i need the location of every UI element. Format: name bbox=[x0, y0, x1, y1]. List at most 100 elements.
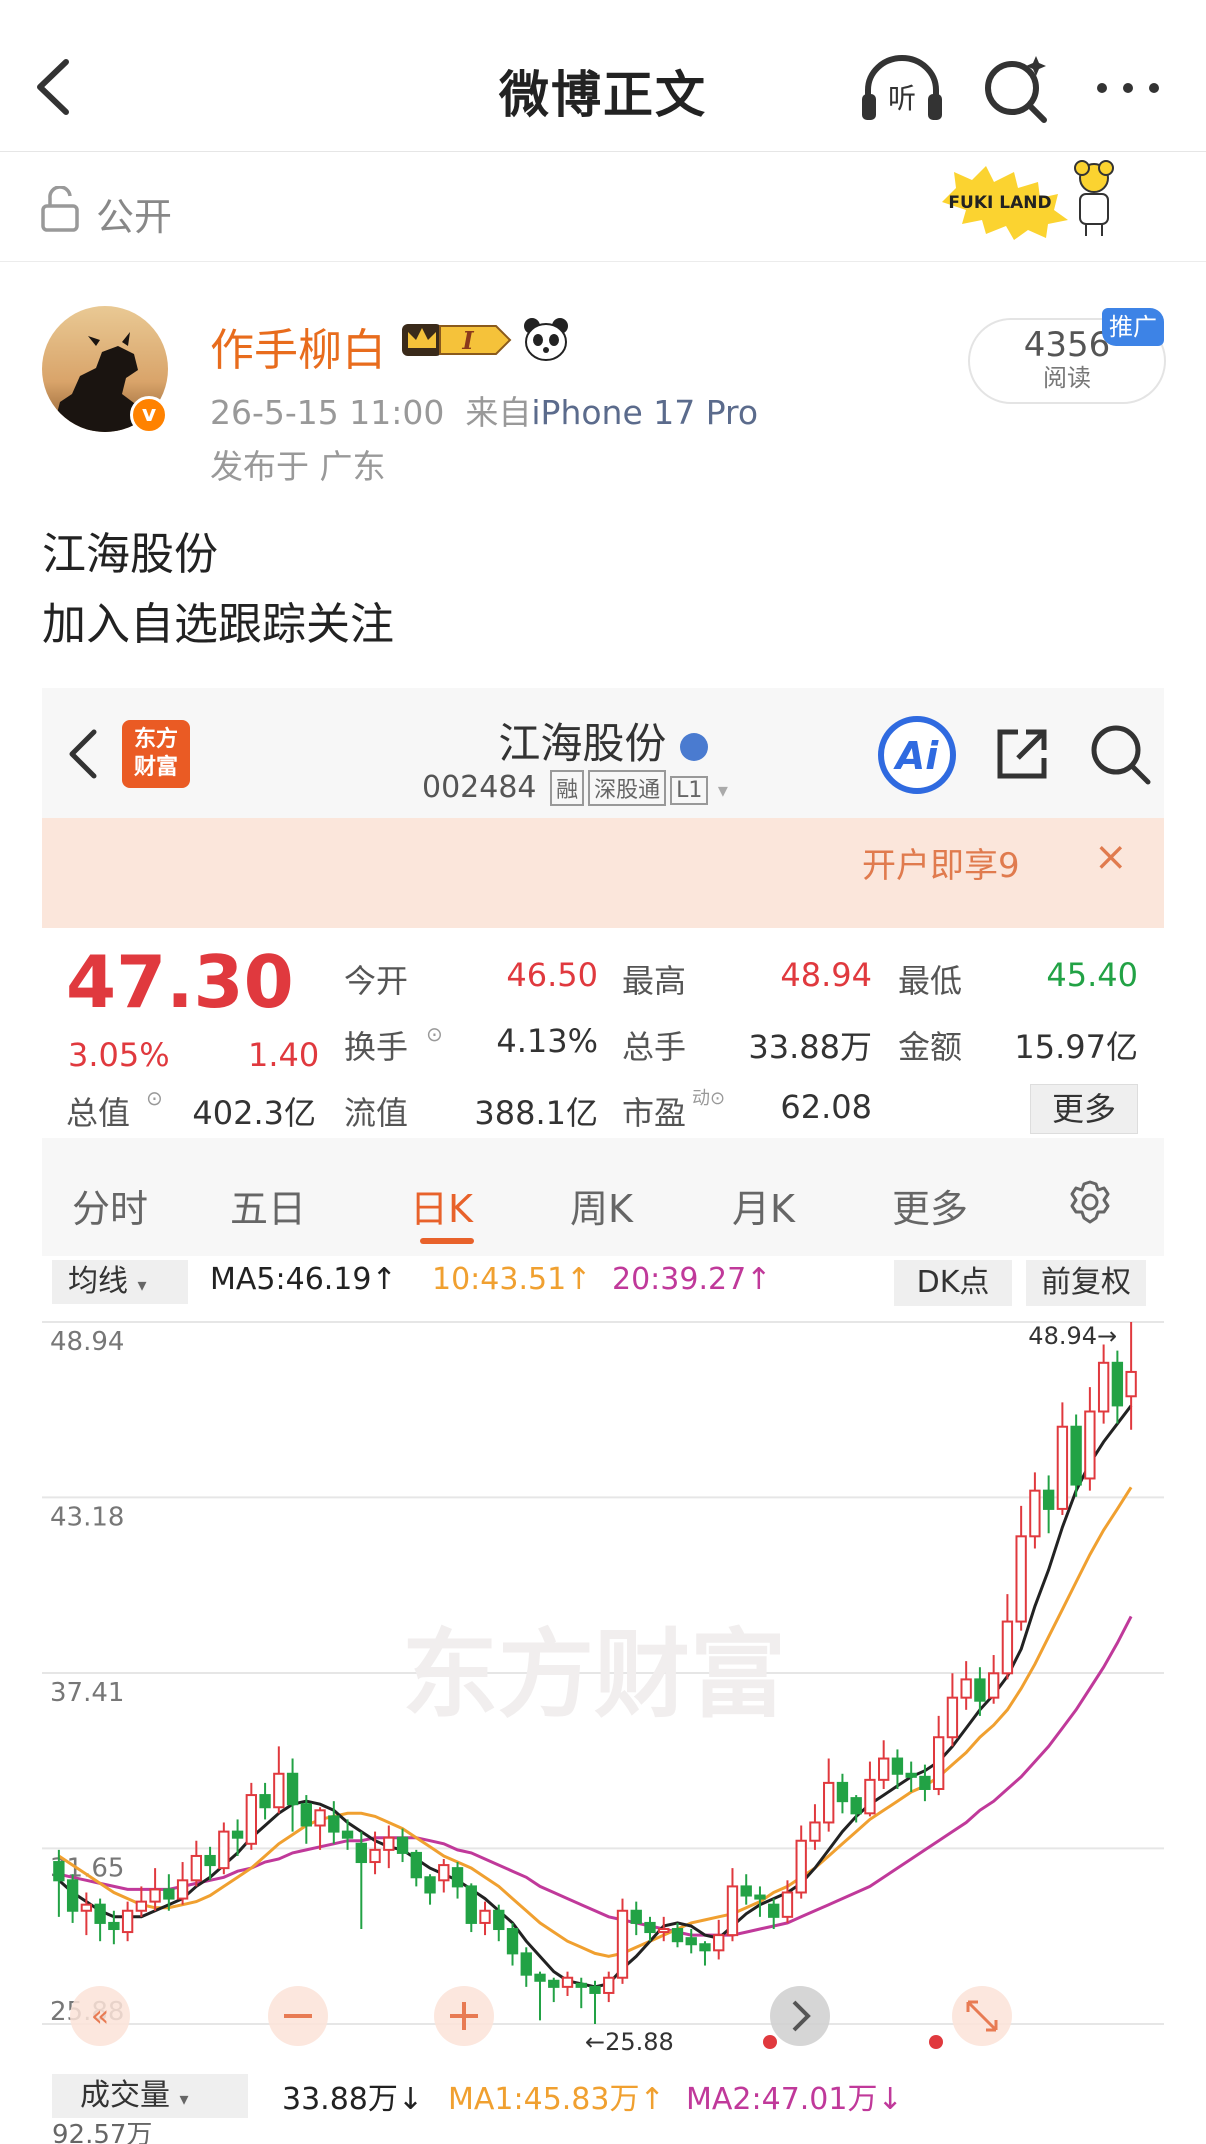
candle-down bbox=[850, 1797, 862, 1815]
volume-ma1: MA1:45.83万↑ bbox=[448, 2082, 665, 2117]
scroll-left-glyph: « bbox=[91, 1999, 109, 2034]
ma20-value: 20:39.27↑ bbox=[612, 1262, 772, 1297]
ai-assistant-icon: Ai bbox=[878, 716, 956, 794]
ai-icon-label: Ai bbox=[893, 734, 939, 778]
candle-up bbox=[960, 1678, 972, 1699]
candle-up bbox=[561, 1976, 574, 1988]
candle-up bbox=[795, 1839, 807, 1894]
embedded-stock-screenshot[interactable]: 东方 财富 江海股份 002484 融深股通 L1 ▾ Ai 开户即享9 × 47… bbox=[42, 688, 1164, 2144]
quote-value: 46.50 bbox=[506, 956, 598, 994]
candle-down bbox=[974, 1678, 986, 1702]
quote-label: 总手 bbox=[622, 1028, 687, 1066]
unlock-icon bbox=[41, 186, 79, 232]
candle-down bbox=[66, 1879, 79, 1912]
stock-badge-icon bbox=[679, 732, 708, 761]
fuki-land-sticker: FUKI LAND bbox=[942, 160, 1114, 240]
candle-down bbox=[644, 1921, 656, 1934]
quote-value: 45.40 bbox=[1046, 956, 1138, 994]
headphones-icon[interactable]: 听 bbox=[860, 52, 944, 124]
tab-more: 更多 bbox=[892, 1187, 969, 1231]
candle-up bbox=[987, 1672, 1000, 1699]
candlestick-chart: 48.9443.1837.4131.6525.88 东方财富 48.94→←25… bbox=[42, 1308, 1164, 2068]
candle-up bbox=[616, 1909, 629, 1979]
candle-down bbox=[630, 1909, 642, 1924]
quote-label: 最高 bbox=[622, 962, 687, 1000]
candle-down bbox=[396, 1836, 409, 1854]
candle-down bbox=[754, 1894, 766, 1900]
app-search-icon bbox=[1091, 725, 1151, 785]
quote-label: 流值 bbox=[344, 1094, 409, 1132]
candle-down bbox=[836, 1781, 849, 1803]
gear-icon bbox=[1070, 1180, 1110, 1224]
candle-up bbox=[864, 1778, 876, 1815]
candle-down bbox=[493, 1909, 505, 1931]
dk-point-button: DK点 bbox=[894, 1260, 1012, 1306]
volume-ma2: MA2:47.01万↓ bbox=[686, 2082, 903, 2117]
source-prefix: 来自 bbox=[465, 393, 532, 432]
candle-up bbox=[1084, 1410, 1096, 1480]
search-sparkle-icon[interactable] bbox=[980, 52, 1052, 124]
banner-close-icon: × bbox=[1094, 834, 1128, 880]
candle-down bbox=[286, 1772, 299, 1806]
post-time: 26-5-15 11:00 bbox=[210, 393, 445, 432]
stock-tag: 融 bbox=[550, 770, 585, 806]
quote-label: 最低 bbox=[898, 962, 963, 1000]
candle-down bbox=[1070, 1425, 1082, 1486]
quote-label: 今开 bbox=[344, 962, 409, 1000]
adjust-button: 前复权 bbox=[1026, 1260, 1146, 1306]
candle-down bbox=[410, 1851, 422, 1879]
visibility-label: 公开 bbox=[96, 195, 173, 239]
candle-down bbox=[1042, 1489, 1055, 1510]
candle-down bbox=[506, 1928, 519, 1955]
candle-down bbox=[891, 1757, 904, 1775]
active-tab-indicator bbox=[420, 1238, 474, 1244]
candle-down bbox=[204, 1854, 216, 1867]
author-name[interactable]: 作手柳白 bbox=[210, 314, 386, 378]
dot-marker bbox=[763, 2035, 777, 2049]
candle-up bbox=[369, 1848, 381, 1864]
change-amount: 1.40 bbox=[248, 1036, 320, 1074]
more-icon[interactable] bbox=[1092, 70, 1164, 106]
candle-down bbox=[768, 1903, 780, 1918]
candle-down bbox=[108, 1921, 120, 1931]
tab-monthly-k: 月K bbox=[732, 1187, 795, 1231]
candle-down bbox=[53, 1861, 65, 1882]
volume-value: 33.88万↓ bbox=[282, 2082, 424, 2117]
ma5-value: MA5:46.19↑ bbox=[210, 1262, 397, 1297]
tab-weekly-k: 周K bbox=[570, 1187, 633, 1231]
volume-select-label: 成交量 bbox=[80, 2078, 170, 2113]
chevron-down-icon: ▾ bbox=[717, 778, 728, 802]
candle-down bbox=[94, 1903, 106, 1924]
candle-down bbox=[589, 1985, 601, 1994]
quote-value: 402.3亿 bbox=[192, 1094, 316, 1132]
change-percent: 3.05% bbox=[68, 1036, 170, 1074]
candle-up bbox=[273, 1772, 285, 1809]
tab-five-day: 五日 bbox=[230, 1187, 307, 1231]
candle-up bbox=[80, 1903, 93, 1912]
quote-more-button: 更多 bbox=[1030, 1084, 1138, 1134]
panda-icon bbox=[524, 318, 568, 361]
candle-up bbox=[176, 1879, 189, 1900]
last-price: 47.30 bbox=[66, 940, 294, 1024]
indicator-select: 均线 ▾ bbox=[52, 1260, 188, 1304]
promote-badge[interactable]: 推广 bbox=[1102, 308, 1164, 346]
candle-down bbox=[328, 1815, 340, 1833]
post-meta: 26-5-15 11:00 来自iPhone 17 Pro bbox=[210, 386, 758, 434]
y-tick-label: 37.41 bbox=[50, 1678, 124, 1708]
post-body: 江海股份 加入自选跟踪关注 bbox=[42, 520, 394, 660]
dropdown-icon: ▾ bbox=[137, 1275, 147, 1296]
device-link[interactable]: iPhone 17 Pro bbox=[531, 393, 758, 432]
banner-text: 开户即享9 bbox=[862, 846, 1020, 886]
candle-down bbox=[699, 1943, 711, 1952]
member-crown-badge[interactable]: I bbox=[400, 318, 516, 362]
candle-up bbox=[1029, 1489, 1041, 1538]
candle-up bbox=[383, 1836, 395, 1851]
tab-daily-k: 日K bbox=[410, 1187, 473, 1231]
candle-up bbox=[603, 1976, 615, 1994]
candle-up bbox=[121, 1909, 134, 1934]
candle-up bbox=[149, 1888, 161, 1903]
stock-code: 002484 bbox=[422, 770, 537, 805]
candle-down bbox=[685, 1937, 697, 1946]
candle-up bbox=[878, 1757, 890, 1781]
candle-up bbox=[932, 1736, 945, 1790]
